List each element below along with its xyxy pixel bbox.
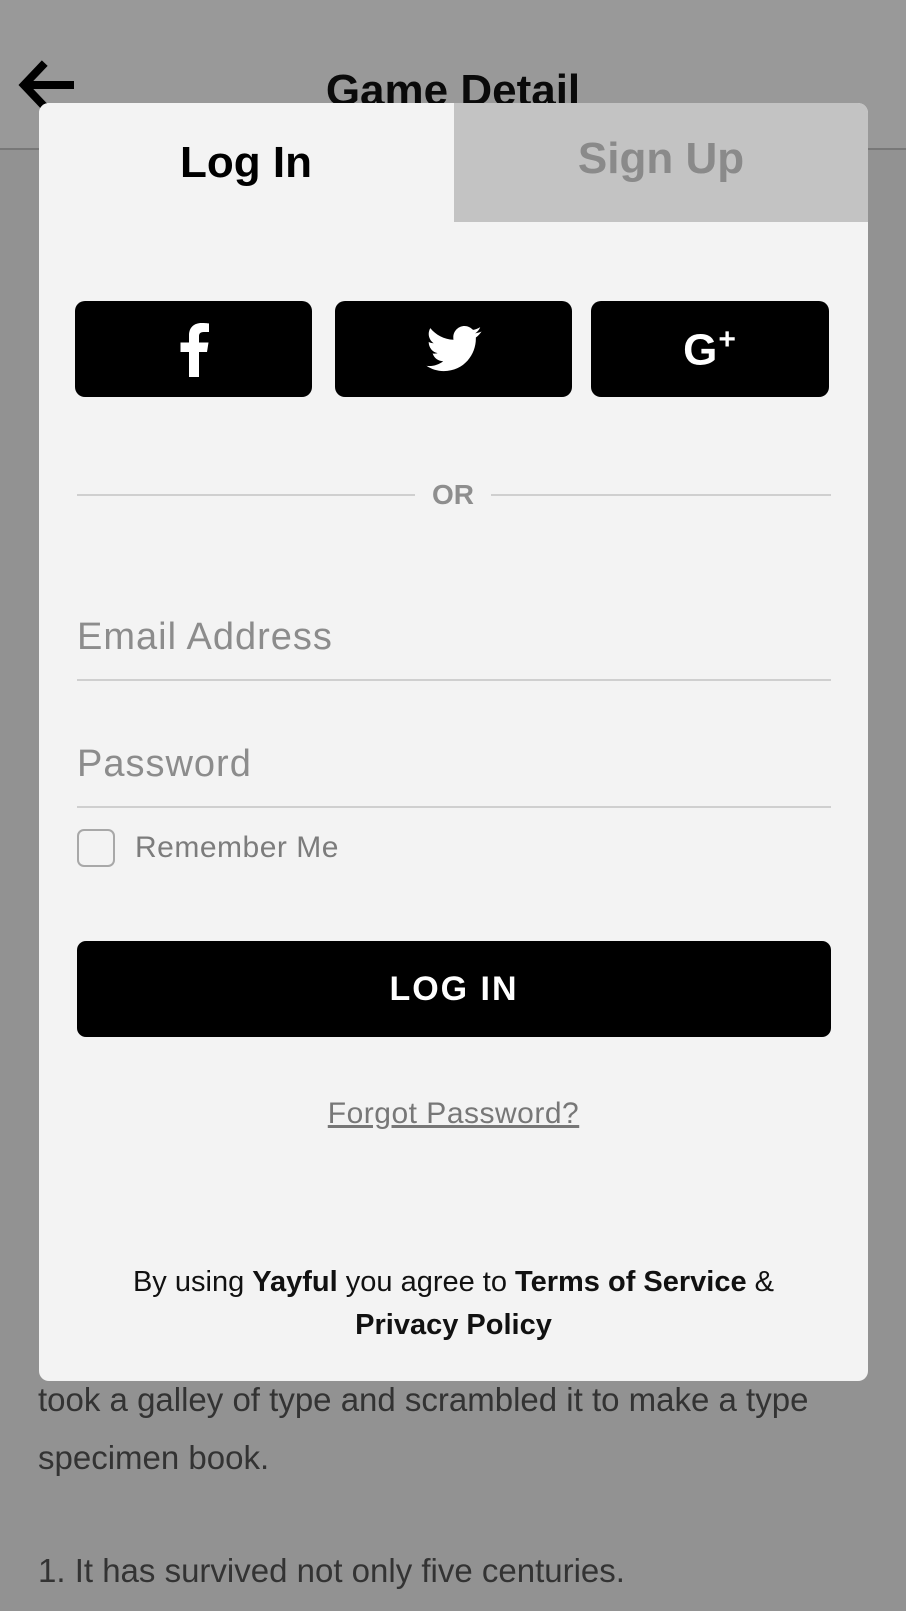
twitter-icon xyxy=(425,326,482,372)
remember-me-row: Remember Me xyxy=(77,829,339,867)
password-field[interactable] xyxy=(77,728,831,800)
facebook-login-button[interactable] xyxy=(75,301,312,397)
email-field[interactable] xyxy=(77,601,831,673)
facebook-icon xyxy=(179,321,209,377)
google-plus-icon: G+ xyxy=(683,322,737,375)
or-label: OR xyxy=(432,479,474,510)
log-in-button[interactable]: LOG IN xyxy=(77,941,831,1037)
remember-me-label[interactable]: Remember Me xyxy=(135,831,339,865)
tab-log-in[interactable]: Log In xyxy=(39,103,453,223)
email-field-container xyxy=(77,601,831,681)
password-field-container xyxy=(77,728,831,808)
auth-modal: Log In Sign Up G+ OR Email Address Remem… xyxy=(39,103,868,1381)
terms-ampersand: & xyxy=(746,1266,775,1298)
social-login-row: G+ xyxy=(75,301,831,397)
forgot-password-container: Forgot Password? xyxy=(39,1097,868,1131)
divider-line-right xyxy=(491,494,831,496)
remember-me-checkbox[interactable] xyxy=(77,829,115,867)
or-divider: OR xyxy=(77,475,831,515)
terms-of-service-link[interactable]: Terms of Service xyxy=(515,1266,747,1298)
divider-line-left xyxy=(77,494,415,496)
brand-name: Yayful xyxy=(252,1266,338,1298)
forgot-password-link[interactable]: Forgot Password? xyxy=(328,1097,579,1130)
twitter-login-button[interactable] xyxy=(335,301,572,397)
terms-notice: By using Yayful you agree to Terms of Se… xyxy=(39,1261,868,1347)
privacy-policy-link[interactable]: Privacy Policy xyxy=(355,1309,552,1341)
terms-middle: you agree to xyxy=(337,1266,516,1298)
google-plus-login-button[interactable]: G+ xyxy=(591,301,829,397)
tab-sign-up[interactable]: Sign Up xyxy=(454,103,868,222)
terms-prefix: By using xyxy=(132,1266,253,1298)
